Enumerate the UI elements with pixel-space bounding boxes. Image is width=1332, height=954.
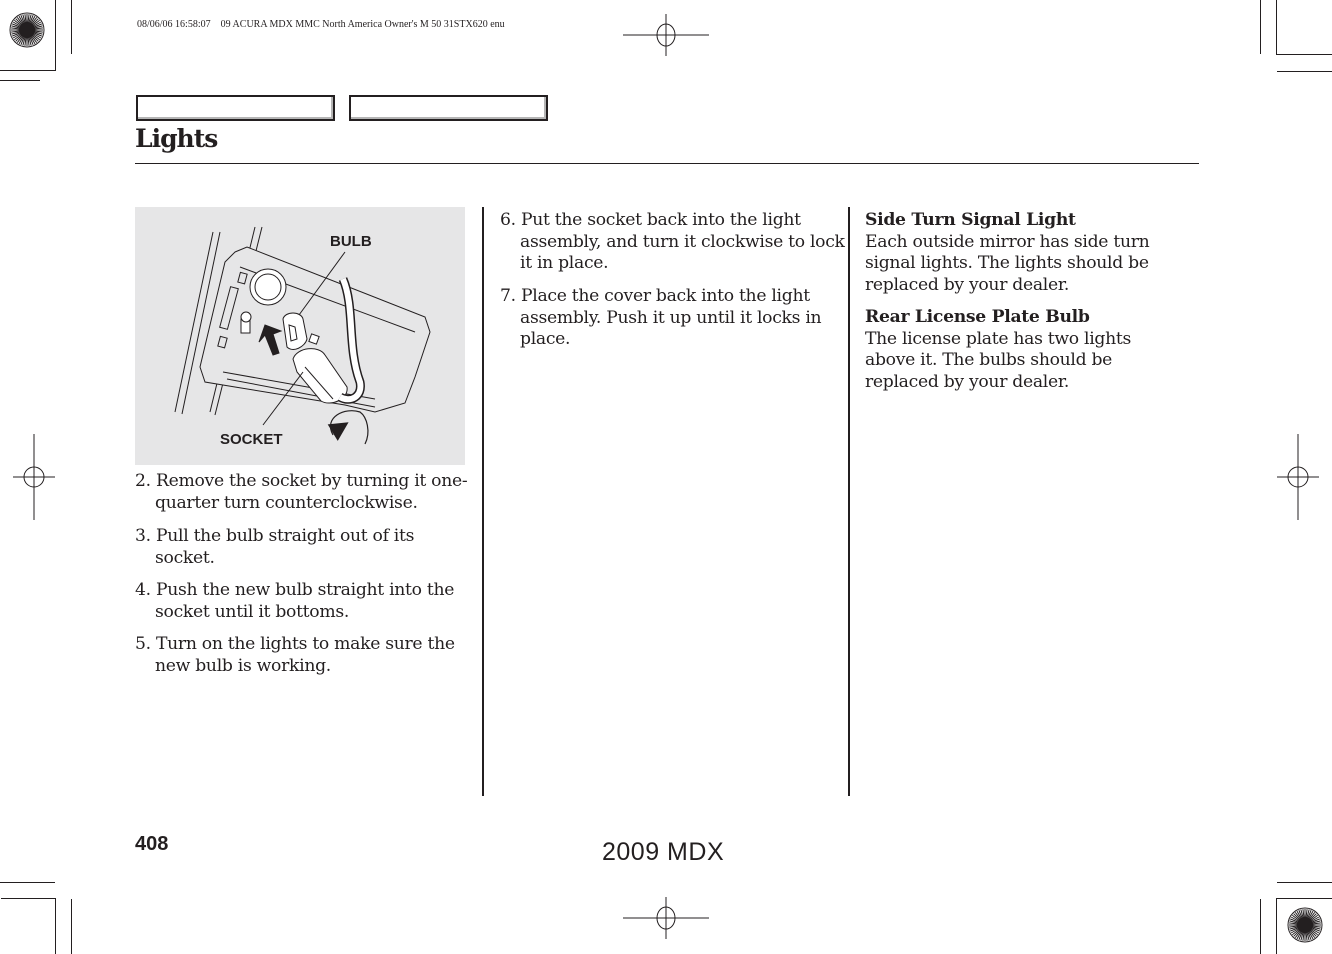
- step-item: 4. Push the new bulb straight into the s…: [135, 580, 465, 623]
- step-text: Turn on the lights to make sure the new …: [155, 634, 455, 676]
- crop-mark: [1, 898, 56, 899]
- title-divider: [135, 163, 1199, 164]
- step-text: Push the new bulb straight into the sock…: [155, 580, 455, 622]
- model-label: 2009 MDX: [602, 838, 725, 866]
- step-number: 2.: [135, 471, 151, 491]
- taillight-assembly-drawing: [174, 226, 431, 445]
- registration-crosshair-icon: [13, 434, 55, 520]
- step-number: 5.: [135, 634, 151, 654]
- section-heading: Side Turn Signal Light: [865, 210, 1076, 230]
- crop-mark: [71, 899, 72, 954]
- crop-mark: [0, 80, 40, 81]
- crop-mark: [1276, 898, 1332, 899]
- crop-mark: [0, 882, 55, 883]
- step-item: 3. Pull the bulb straight out of its soc…: [135, 526, 455, 569]
- step-item: 2. Remove the socket by turning it one-q…: [135, 471, 495, 514]
- step-number: 7.: [500, 286, 516, 306]
- registration-crosshair-icon: [623, 14, 709, 56]
- nav-tab[interactable]: [136, 95, 335, 121]
- registration-starburst-icon: [1287, 907, 1323, 943]
- step-text: Place the cover back into the light asse…: [520, 286, 822, 349]
- section-side-turn-signal: Side Turn Signal Light Each outside mirr…: [865, 210, 1185, 296]
- step-item: 6. Put the socket back into the light as…: [500, 210, 850, 275]
- section-body: Each outside mirror has side turn signal…: [865, 231, 1150, 295]
- step-item: 5. Turn on the lights to make sure the n…: [135, 634, 470, 677]
- step-text: Pull the bulb straight out of its socket…: [155, 526, 415, 568]
- bulb-label: BULB: [330, 233, 372, 250]
- step-number: 6.: [500, 210, 516, 230]
- crop-mark: [1260, 0, 1261, 54]
- section-body: The license plate has two lights above i…: [865, 328, 1131, 392]
- page-title: Lights: [135, 124, 218, 153]
- step-item: 7. Place the cover back into the light a…: [500, 286, 850, 351]
- crop-mark: [1277, 882, 1332, 883]
- section-heading: Rear License Plate Bulb: [865, 307, 1090, 327]
- crop-mark: [1276, 898, 1277, 954]
- step-text: Remove the socket by turning it one-quar…: [155, 471, 468, 513]
- registration-starburst-icon: [9, 12, 45, 48]
- crop-mark: [71, 0, 72, 54]
- crop-mark: [1260, 899, 1261, 954]
- step-number: 4.: [135, 580, 151, 600]
- socket-label: SOCKET: [220, 431, 283, 448]
- section-license-plate-bulb: Rear License Plate Bulb The license plat…: [865, 307, 1165, 393]
- nav-tab[interactable]: [349, 95, 548, 121]
- registration-crosshair-icon: [623, 897, 709, 939]
- crop-mark: [1276, 0, 1277, 55]
- step-text: Put the socket back into the light assem…: [520, 210, 845, 273]
- crop-mark: [1276, 54, 1332, 55]
- page-number: 408: [135, 833, 169, 855]
- registration-crosshair-icon: [1277, 434, 1319, 520]
- crop-mark: [55, 0, 56, 71]
- step-number: 3.: [135, 526, 151, 546]
- bulb-socket-illustration: BULB SOCKET: [135, 207, 465, 465]
- crop-mark: [0, 70, 55, 71]
- print-header: 08/06/06 16:58:07 09 ACURA MDX MMC North…: [137, 19, 505, 30]
- crop-mark: [55, 898, 56, 954]
- crop-mark: [1277, 71, 1332, 72]
